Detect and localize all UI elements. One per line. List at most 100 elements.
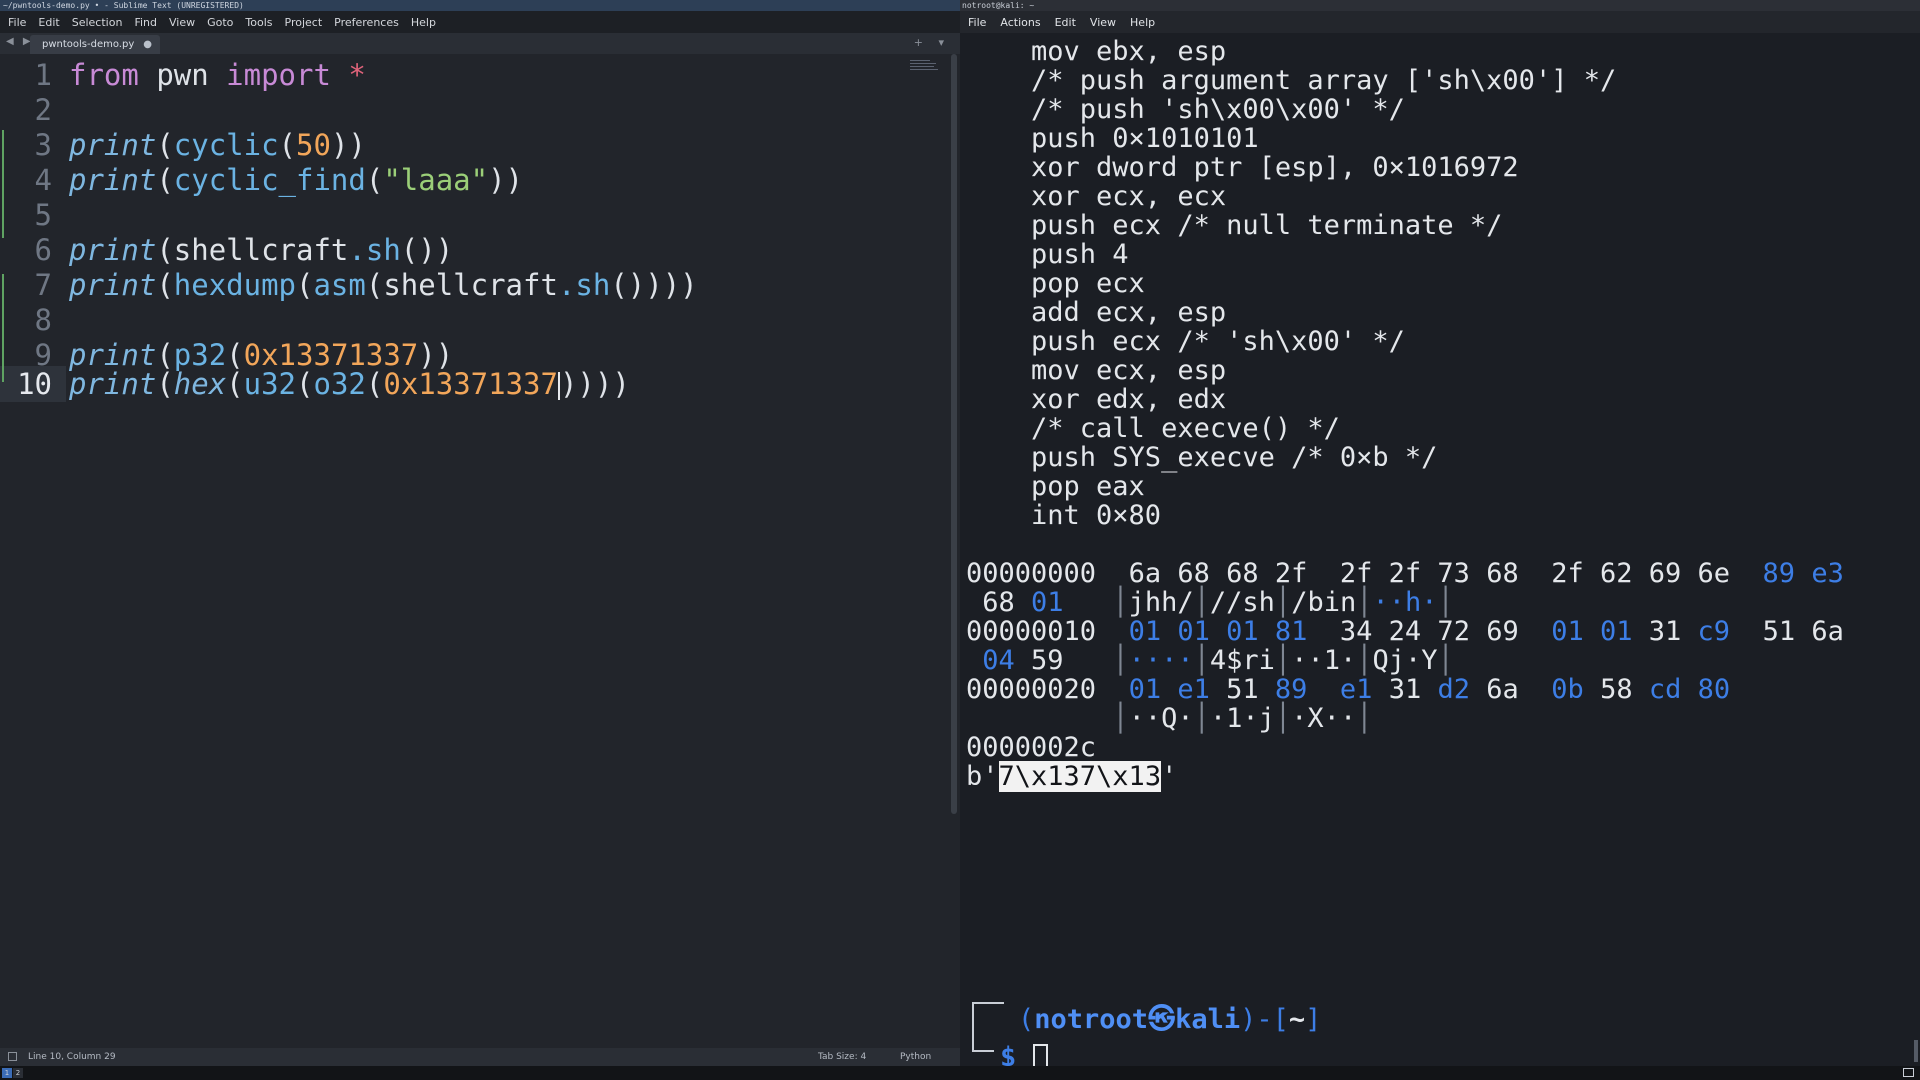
menu-goto[interactable]: Goto bbox=[207, 16, 233, 29]
line-number: 5 bbox=[34, 198, 52, 232]
keyword: import bbox=[226, 58, 331, 92]
code-line-2[interactable]: 2 bbox=[0, 93, 69, 128]
hex-ascii: ··Q· bbox=[1128, 703, 1194, 734]
bytes-output[interactable]: b'7\x137\x13' bbox=[966, 759, 1177, 794]
unsaved-dot-icon[interactable]: ● bbox=[143, 35, 152, 54]
number: 0x13371337 bbox=[383, 367, 558, 401]
hex-bytes: 0b bbox=[1535, 674, 1584, 705]
sublime-titlebar: ~/pwntools-demo.py • - Sublime Text (UNR… bbox=[0, 0, 960, 11]
term-menu-file[interactable]: File bbox=[968, 16, 986, 29]
asm-line: int 0×80 bbox=[966, 500, 1162, 531]
string: "laaa" bbox=[383, 163, 489, 197]
code-line-7[interactable]: 7 print(hexdump(asm(shellcraft.sh()))) bbox=[0, 268, 698, 303]
line-number: 4 bbox=[34, 163, 52, 197]
code-editor[interactable]: 1 from pwn import * 2 3 print(cyclic(50)) … bbox=[0, 54, 960, 1048]
status-bar: Line 10, Column 29 Tab Size: 4 Python bbox=[0, 1048, 960, 1066]
tab-label: pwntools-demo.py bbox=[42, 39, 135, 50]
terminal-menubar: File Actions Edit View Help bbox=[960, 11, 1920, 33]
selected-text[interactable]: 7\x137\x13 bbox=[998, 761, 1162, 792]
code-line-4[interactable]: 4 print(cyclic_find("laaa")) bbox=[0, 163, 523, 198]
line-number: 7 bbox=[34, 268, 52, 302]
terminal-window[interactable]: notroot@kali: ~ File Actions Edit View H… bbox=[960, 0, 1920, 1066]
term-menu-help[interactable]: Help bbox=[1130, 16, 1155, 29]
identifier: shellcraft bbox=[383, 268, 558, 302]
sublime-menubar: File Edit Selection Find View Goto Tools… bbox=[0, 11, 960, 33]
hex-bytes: 31 bbox=[1372, 674, 1422, 705]
function: cyclic_find bbox=[173, 163, 366, 197]
term-menu-view[interactable]: View bbox=[1090, 16, 1116, 29]
menu-file[interactable]: File bbox=[8, 16, 26, 29]
code-line-1[interactable]: 1 from pwn import * bbox=[0, 58, 366, 93]
workspace-1[interactable]: 1 bbox=[2, 1068, 12, 1078]
code-line-6[interactable]: 6 print(shellcraft.sh()) bbox=[0, 233, 454, 268]
function: asm bbox=[313, 268, 366, 302]
builtin: print bbox=[69, 163, 157, 197]
hex-bytes: 2f 62 69 6e bbox=[1534, 558, 1747, 589]
tab-size[interactable]: Tab Size: 4 bbox=[818, 1048, 866, 1066]
minimap[interactable] bbox=[910, 60, 940, 74]
line-number: 3 bbox=[34, 128, 52, 162]
menu-project[interactable]: Project bbox=[285, 16, 323, 29]
prompt-frame-top bbox=[972, 1002, 1004, 1034]
function: hexdump bbox=[173, 268, 296, 302]
hex-bytes: c9 bbox=[1681, 616, 1731, 647]
hex-bytes: 31 bbox=[1632, 616, 1682, 647]
term-menu-edit[interactable]: Edit bbox=[1055, 16, 1076, 29]
prompt-frame-bottom bbox=[972, 1032, 994, 1052]
prompt-dir: ~ bbox=[1288, 1004, 1306, 1035]
builtin: print bbox=[69, 268, 157, 302]
sublime-window: ~/pwntools-demo.py • - Sublime Text (UNR… bbox=[0, 0, 960, 1066]
kali-dragon-icon: ㉿ bbox=[1148, 1004, 1176, 1035]
workspace-2[interactable]: 2 bbox=[13, 1068, 23, 1078]
menu-find[interactable]: Find bbox=[134, 16, 157, 29]
show-desktop-icon[interactable] bbox=[1903, 1068, 1914, 1077]
keyword: from bbox=[69, 58, 139, 92]
terminal-scrollbar[interactable] bbox=[1914, 1040, 1918, 1062]
shell-prompt: (notroot㉿kali)-[~] bbox=[1018, 1004, 1322, 1035]
identifier: pwn bbox=[156, 58, 209, 92]
tab-controls-icon[interactable]: + ▾ bbox=[914, 36, 950, 49]
panel-toggle-icon[interactable] bbox=[8, 1052, 17, 1061]
builtin: hex bbox=[173, 367, 227, 401]
hex-bytes: 51 6a bbox=[1730, 616, 1844, 647]
tab-pwntools-demo[interactable]: pwntools-demo.py ● bbox=[30, 35, 160, 54]
prompt-user: notroot bbox=[1034, 1004, 1149, 1035]
hex-bytes: 58 bbox=[1583, 674, 1633, 705]
shell-input-line[interactable]: $ bbox=[1000, 1040, 1048, 1066]
hex-ascii: ·X·· bbox=[1291, 703, 1357, 734]
line-number: 8 bbox=[34, 303, 52, 337]
hex-ascii: ·1·j bbox=[1209, 703, 1275, 734]
terminal-cursor bbox=[1032, 1043, 1048, 1066]
editor-scrollbar[interactable] bbox=[951, 54, 957, 814]
code-line-8[interactable]: 8 bbox=[0, 303, 69, 338]
hex-bytes: d2 bbox=[1421, 674, 1471, 705]
line-number: 1 bbox=[34, 58, 52, 92]
term-menu-actions[interactable]: Actions bbox=[1000, 16, 1040, 29]
menu-preferences[interactable]: Preferences bbox=[334, 16, 399, 29]
prompt-symbol: $ bbox=[1000, 1042, 1017, 1066]
menu-edit[interactable]: Edit bbox=[38, 16, 59, 29]
cursor-position[interactable]: Line 10, Column 29 bbox=[28, 1048, 116, 1066]
menu-help[interactable]: Help bbox=[411, 16, 436, 29]
number: 50 bbox=[296, 128, 331, 162]
function: u32 bbox=[243, 367, 297, 401]
menu-view[interactable]: View bbox=[169, 16, 195, 29]
function: o32 bbox=[313, 367, 366, 401]
terminal-titlebar: notroot@kali: ~ bbox=[960, 0, 1920, 11]
hex-bytes: e3 bbox=[1795, 558, 1844, 589]
syntax-selector[interactable]: Python bbox=[900, 1048, 931, 1066]
builtin: print bbox=[69, 128, 157, 162]
identifier: shellcraft bbox=[173, 233, 349, 267]
operator: * bbox=[348, 58, 366, 92]
code-line-3[interactable]: 3 print(cyclic(50)) bbox=[0, 128, 366, 163]
bytes-prefix: b' bbox=[966, 761, 999, 792]
menu-selection[interactable]: Selection bbox=[72, 16, 123, 29]
tab-bar: ◀ ▶ pwntools-demo.py ● + ▾ bbox=[0, 33, 960, 54]
function: sh bbox=[575, 268, 611, 302]
code-line-10[interactable]: 10 print(hex(u32(o32(0x13371337)))) bbox=[0, 367, 630, 402]
menu-tools[interactable]: Tools bbox=[245, 16, 272, 29]
function: sh bbox=[365, 233, 401, 267]
hex-bytes: 6a bbox=[1470, 674, 1536, 705]
line-number: 6 bbox=[34, 233, 52, 267]
code-line-5[interactable]: 5 bbox=[0, 198, 69, 233]
